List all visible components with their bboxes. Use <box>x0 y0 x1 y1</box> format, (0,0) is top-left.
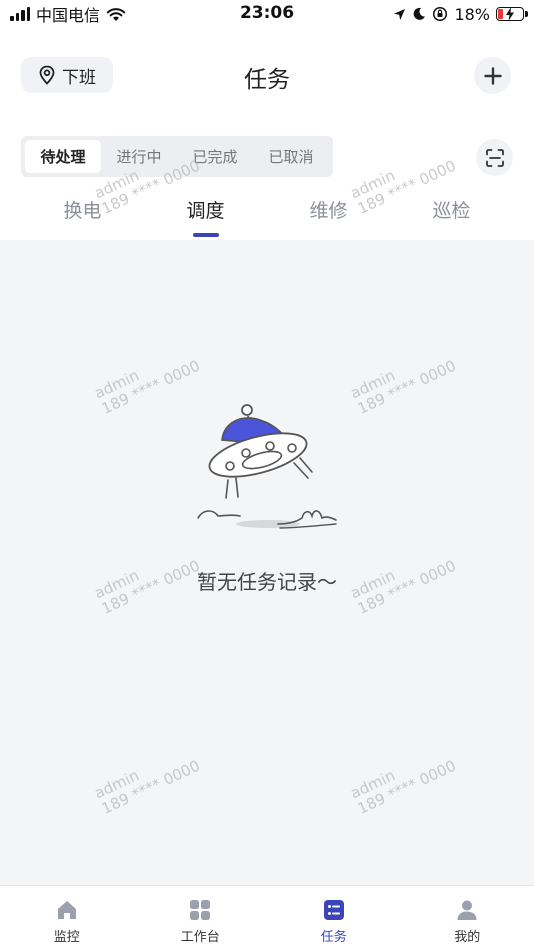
orientation-lock-icon <box>433 6 448 22</box>
tab-label: 巡检 <box>432 200 471 222</box>
status-segment: 待处理 进行中 已完成 已取消 <box>21 136 333 177</box>
location-pin-icon <box>39 65 55 85</box>
watermark: admin 189 **** 0000 <box>347 319 507 418</box>
offduty-label: 下班 <box>62 67 96 88</box>
watermark-user: admin <box>347 766 398 803</box>
person-icon <box>455 898 479 922</box>
scan-icon <box>485 148 504 167</box>
nav-label: 我的 <box>454 930 481 945</box>
nav-profile[interactable]: 我的 <box>401 886 534 950</box>
nav-label: 工作台 <box>180 930 220 945</box>
watermark: admin 189 **** 0000 <box>347 719 507 818</box>
watermark-phone: 189 **** 0000 <box>354 756 459 818</box>
watermark-phone: 189 **** 0000 <box>354 356 459 418</box>
offduty-button[interactable]: 下班 <box>21 57 113 93</box>
nav-tasks[interactable]: 任务 <box>267 886 401 950</box>
tab-dispatch[interactable]: 调度 <box>144 196 267 240</box>
watermark: admin 189 **** 0000 <box>91 719 251 818</box>
tab-battery-swap[interactable]: 换电 <box>21 196 144 240</box>
watermark-user: admin <box>91 766 142 803</box>
nav-label: 监控 <box>53 930 80 945</box>
moon-icon <box>414 7 426 20</box>
plus-icon <box>483 66 502 85</box>
nav-label: 任务 <box>320 930 347 945</box>
watermark-phone: 189 **** 0000 <box>98 756 203 818</box>
tab-label: 调度 <box>186 200 225 222</box>
segment-in-progress[interactable]: 进行中 <box>101 140 177 173</box>
tab-repair[interactable]: 维修 <box>267 196 390 240</box>
segment-cancelled[interactable]: 已取消 <box>253 140 329 173</box>
home-icon <box>55 898 79 922</box>
add-task-button[interactable] <box>474 57 511 94</box>
tab-inspection[interactable]: 巡检 <box>390 196 513 240</box>
tab-label: 维修 <box>309 200 348 222</box>
category-tabs: 换电 调度 维修 巡检 <box>21 196 513 240</box>
watermark-user: admin <box>91 366 142 403</box>
empty-state-message: 暂无任务记录～ <box>197 570 337 594</box>
location-arrow-icon <box>394 8 406 20</box>
status-right: 18% <box>393 3 528 25</box>
grid-icon <box>188 898 212 922</box>
battery-percent: 18% <box>454 4 490 24</box>
segment-pending[interactable]: 待处理 <box>25 140 101 173</box>
nav-monitor[interactable]: 监控 <box>0 886 134 950</box>
scan-button[interactable] <box>476 139 513 176</box>
segment-completed[interactable]: 已完成 <box>177 140 253 173</box>
tab-label: 换电 <box>63 200 102 222</box>
bottom-nav: 监控 工作台 任务 我的 <box>0 885 534 950</box>
battery-icon <box>496 7 528 21</box>
watermark-user: admin <box>347 366 398 403</box>
task-list-icon <box>322 898 346 922</box>
nav-workbench[interactable]: 工作台 <box>134 886 268 950</box>
ufo-empty-illustration <box>197 404 337 529</box>
status-bar: 中国电信 23:06 18% <box>0 0 534 28</box>
tab-active-indicator <box>192 233 219 237</box>
